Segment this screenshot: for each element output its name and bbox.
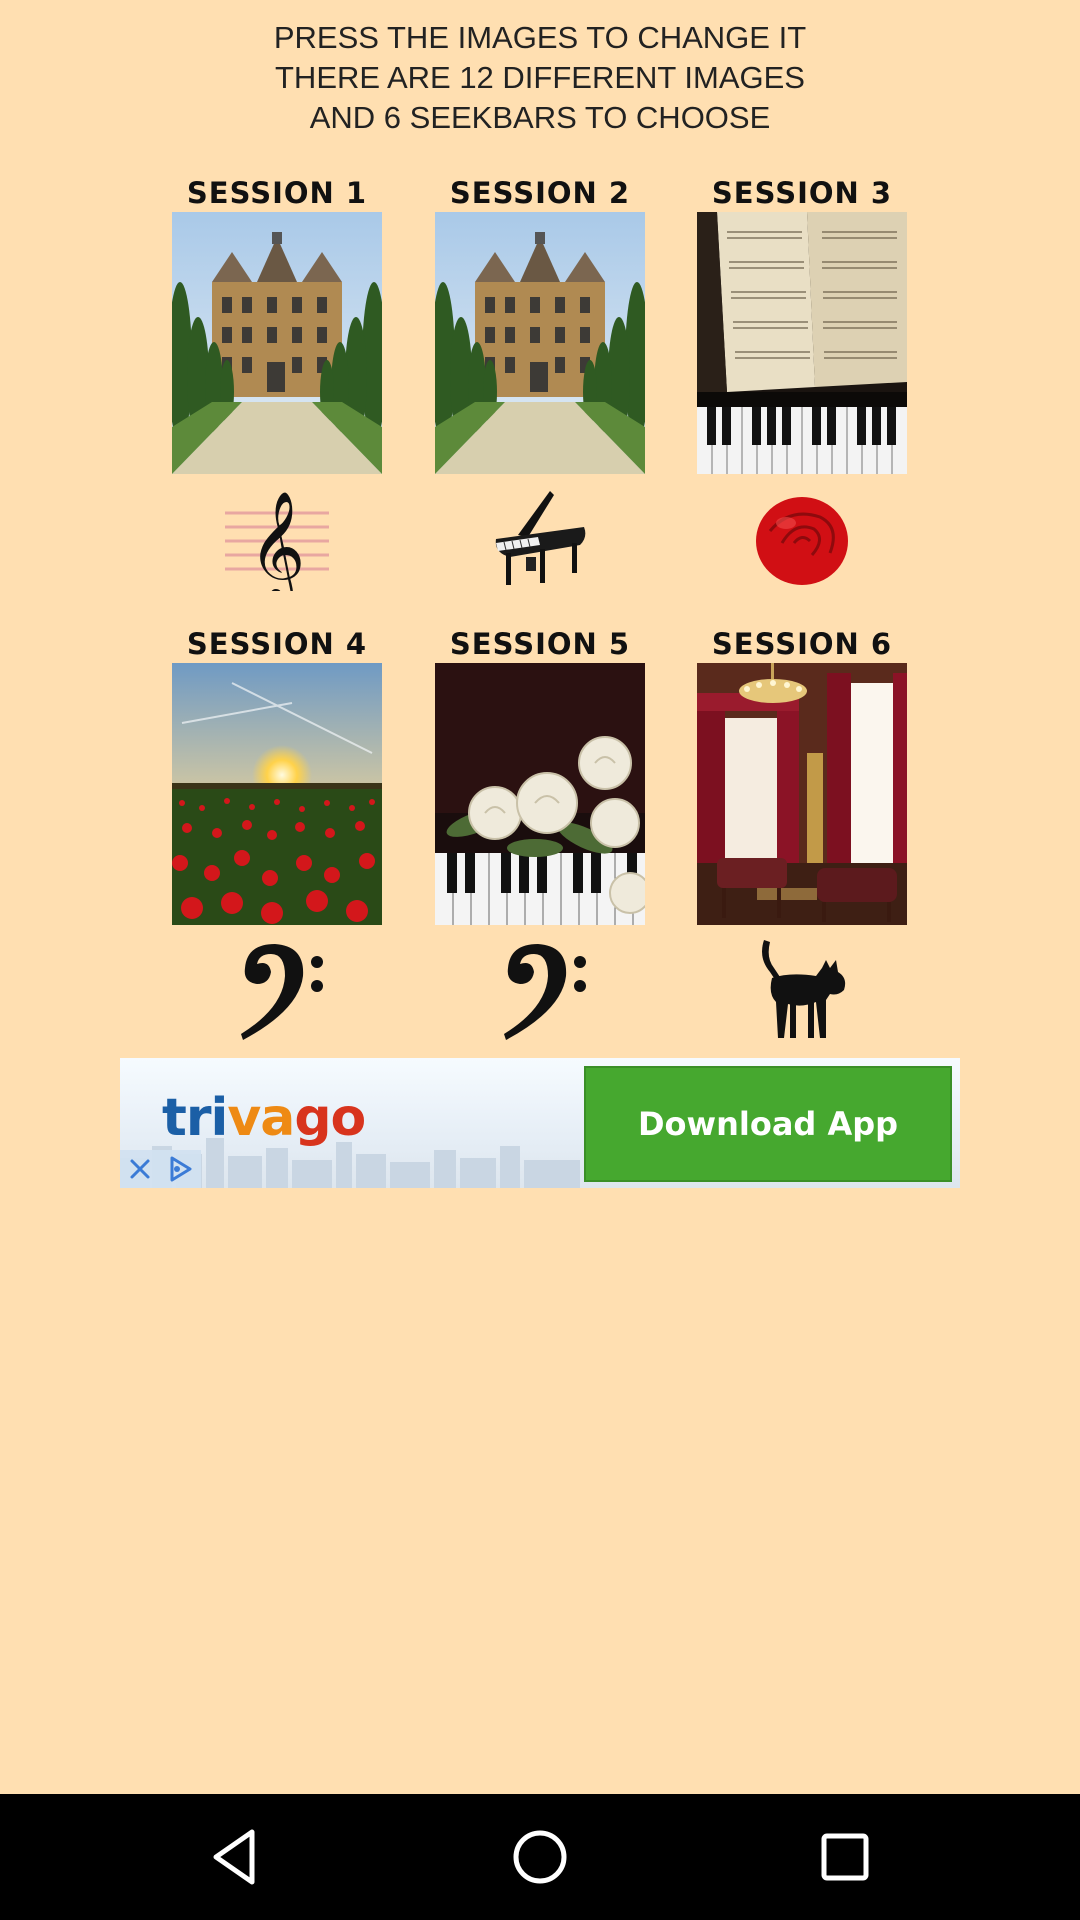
logo-part-3: go xyxy=(294,1088,366,1148)
home-icon[interactable] xyxy=(507,1824,573,1890)
download-app-button[interactable]: Download App xyxy=(584,1066,952,1182)
session-1-image[interactable] xyxy=(172,212,382,474)
cat-icon[interactable] xyxy=(750,938,854,1042)
bass-clef-icon[interactable] xyxy=(488,938,592,1042)
logo-part-1: tri xyxy=(162,1088,228,1148)
grand-piano-icon[interactable] xyxy=(488,487,592,591)
back-icon[interactable] xyxy=(204,1824,270,1890)
session-4-title: SESSION 4 xyxy=(186,627,368,661)
session-3-image[interactable] xyxy=(697,212,907,474)
session-5-image[interactable] xyxy=(435,663,645,925)
instructions-line-3: AND 6 SEEKBARS TO CHOOSE xyxy=(309,100,771,135)
session-2-title: SESSION 2 xyxy=(449,176,631,210)
session-1-title: SESSION 1 xyxy=(186,176,368,210)
session-6-image[interactable] xyxy=(697,663,907,925)
session-2-image[interactable] xyxy=(435,212,645,474)
instructions-line-2: THERE ARE 12 DIFFERENT IMAGES xyxy=(275,60,805,95)
navigation-bar xyxy=(0,1794,1080,1920)
rose-icon[interactable] xyxy=(750,487,854,591)
svg-text:𝄞: 𝄞 xyxy=(249,490,306,591)
session-4-image[interactable] xyxy=(172,663,382,925)
treble-clef-icon[interactable]: 𝄞 xyxy=(225,487,329,591)
instructions-text: PRESS THE IMAGES TO CHANGE IT THERE ARE … xyxy=(0,18,1080,138)
trivago-logo: trivago xyxy=(162,1088,366,1148)
logo-part-2: va xyxy=(227,1088,295,1148)
instructions-line-1: PRESS THE IMAGES TO CHANGE IT xyxy=(273,20,807,55)
session-3-title: SESSION 3 xyxy=(711,176,893,210)
ad-banner[interactable]: trivago Download App xyxy=(120,1058,960,1188)
session-5-title: SESSION 5 xyxy=(449,627,631,661)
recents-icon[interactable] xyxy=(812,1824,878,1890)
bass-clef-icon[interactable] xyxy=(225,938,329,1042)
adchoices-icon[interactable] xyxy=(160,1150,201,1188)
session-6-title: SESSION 6 xyxy=(711,627,893,661)
close-icon[interactable] xyxy=(120,1150,160,1188)
